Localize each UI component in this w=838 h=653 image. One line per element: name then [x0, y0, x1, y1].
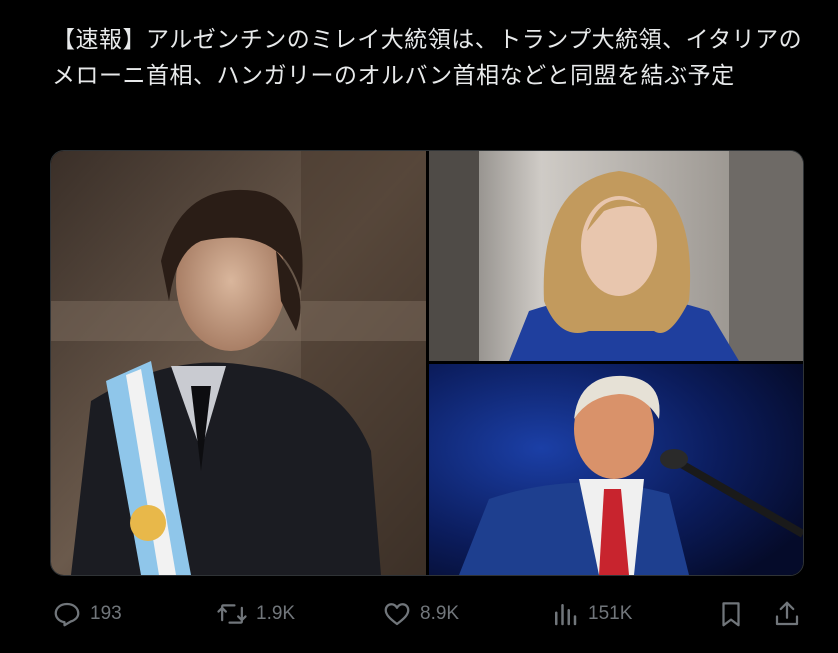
- bookmark-button[interactable]: [716, 594, 746, 634]
- views-count: 151K: [588, 603, 633, 624]
- share-button[interactable]: [772, 594, 802, 634]
- views-button[interactable]: 151K: [550, 594, 632, 634]
- media-grid: [50, 150, 804, 576]
- photo-bottom-right-image: [429, 364, 803, 575]
- bookmark-icon: [722, 602, 740, 627]
- photo-left-image: [51, 151, 426, 575]
- reply-button[interactable]: 193: [52, 594, 122, 634]
- photo-left[interactable]: [51, 151, 426, 575]
- photo-top-right-image: [429, 151, 803, 361]
- reply-icon: [54, 602, 80, 627]
- like-count: 8.9K: [420, 603, 460, 624]
- share-icon: [775, 601, 799, 626]
- reply-count: 193: [90, 603, 122, 624]
- photo-bottom-right[interactable]: [429, 364, 803, 575]
- repost-button[interactable]: 1.9K: [216, 594, 295, 634]
- photo-top-right[interactable]: [429, 151, 803, 361]
- like-button[interactable]: 8.9K: [382, 594, 459, 634]
- views-icon: [555, 604, 577, 626]
- heart-icon: [384, 603, 410, 626]
- post-text: 【速報】アルゼンチンのミレイ大統領は、トランプ大統領、イタリアのメローニ首相、ハ…: [52, 27, 803, 89]
- action-bar: 193 1.9K 8.9K 151K: [50, 594, 802, 634]
- repost-icon: [217, 604, 247, 624]
- repost-count: 1.9K: [256, 603, 296, 624]
